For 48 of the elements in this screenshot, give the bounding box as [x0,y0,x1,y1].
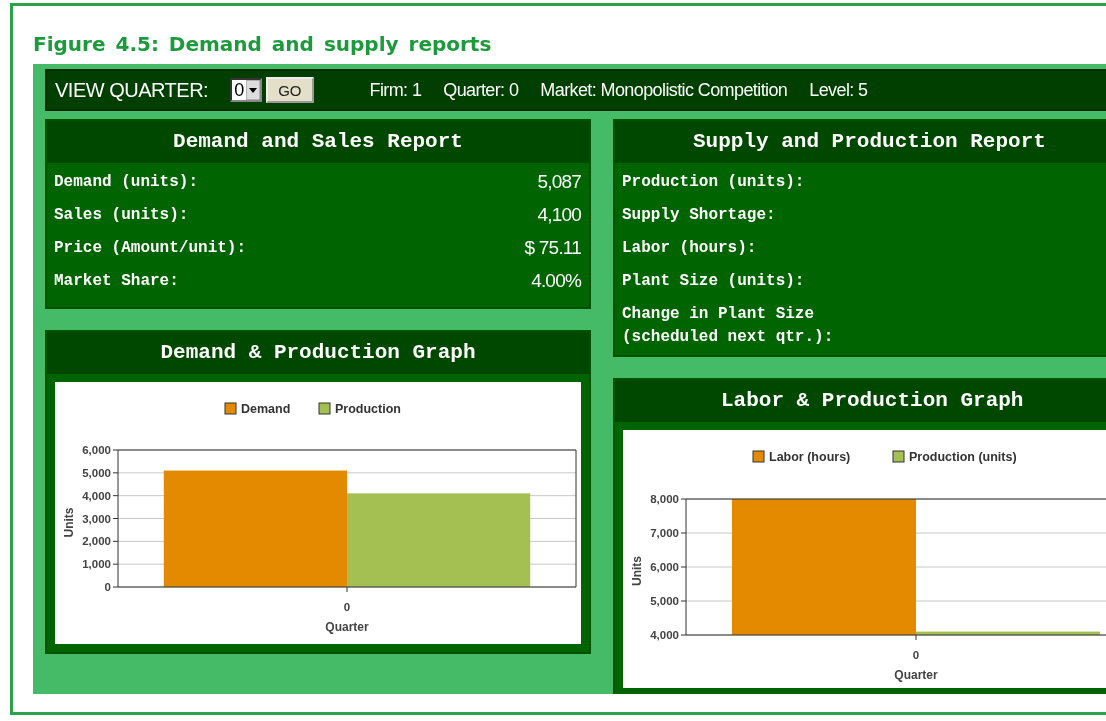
field-label: Production (units): [622,172,805,193]
field-label: Change in Plant Size (scheduled next qtr.): [622,304,834,348]
tick-label: 7,000 [650,527,679,539]
panel-title: Labor & Production Graph [615,380,1106,422]
field-value: 5,087 [537,170,581,194]
tick-label: 3,000 [82,512,111,525]
info-text: Market: Monopolistic Competition [540,79,788,101]
panel-title: Supply and Production Report [615,121,1106,163]
field-value: 4,100 [537,203,581,227]
field-label: Supply Shortage: [622,205,776,226]
panel-title: Demand & Production Graph [47,332,589,374]
tick-label: 4,000 [650,629,679,641]
tick-label: 0 [912,649,920,661]
legend-label: Production (units) [909,450,1017,464]
tick-label: 6,000 [82,444,111,456]
tick-label: 6,000 [650,561,679,573]
axis-title: Units [630,556,644,586]
axis-title: Quarter [894,668,938,682]
quarter-select[interactable]: 0 [230,78,263,102]
field-label: Sales (units): [54,205,189,226]
panel-title: Demand and Sales Report [47,121,589,163]
legend-label: Demand [241,402,291,416]
tick-label: 1,000 [82,558,111,571]
field-label: Labor (hours): [622,238,757,259]
tick-label: 4,000 [82,489,111,502]
field-value: $ 75.11 [524,236,581,260]
tick-label: 0 [104,581,111,593]
legend-label: Labor (hours) [769,450,851,464]
axis-title: Quarter [325,620,369,634]
field-label: Price (Amount/unit): [54,238,247,259]
info-text: Firm: 1 [369,79,422,101]
figure-caption: Figure 4.5: Demand and supply reports [32,31,493,58]
tick-label: 0 [343,601,351,613]
tick-label: 2,000 [82,535,111,548]
toolbar-label: VIEW QUARTER: [55,78,209,102]
caret-icon [246,80,261,100]
go-button[interactable]: GO [266,77,314,103]
field-value: 4.00% [531,269,581,293]
legend-label: Production [335,402,401,416]
tick-label: 8,000 [650,493,679,505]
field-label: Market Share: [54,271,179,292]
field-label: Demand (units): [54,172,199,193]
tick-label: 5,000 [82,466,111,479]
axis-title: Units [62,507,76,538]
tick-label: 5,000 [650,595,679,607]
info-text: Level: 5 [809,79,868,101]
info-text: Quarter: 0 [443,79,519,101]
field-label: Plant Size (units): [622,271,805,292]
